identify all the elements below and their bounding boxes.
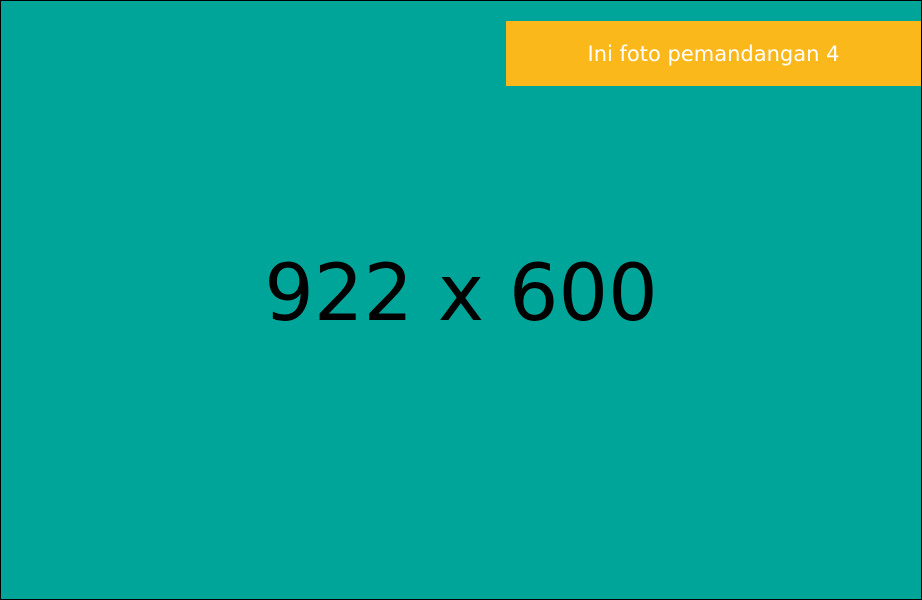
placeholder-image: Ini foto pemandangan 4 922 x 600 [0,0,922,600]
caption-text: Ini foto pemandangan 4 [587,41,840,66]
caption-banner: Ini foto pemandangan 4 [506,21,921,86]
dimensions-label: 922 x 600 [264,249,658,339]
